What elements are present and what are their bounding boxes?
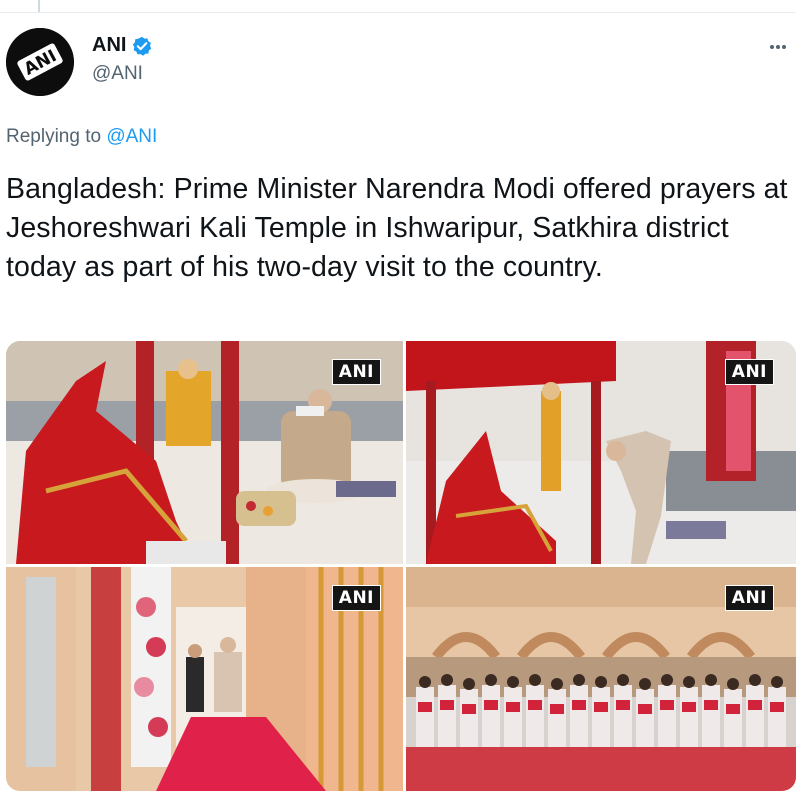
reply-mention-link[interactable]: @ANI (106, 126, 157, 147)
more-options-icon[interactable] (768, 40, 788, 52)
thread-connector-line (38, 0, 40, 12)
photo-bowing[interactable]: ANI (406, 341, 796, 564)
ani-logo: ANI (6, 28, 74, 96)
tweet-text: Bangladesh: Prime Minister Narendra Modi… (6, 173, 788, 283)
photo-seated-prayer[interactable]: ANI (6, 341, 403, 564)
ani-watermark: ANI (724, 585, 774, 611)
verified-badge-icon (132, 36, 152, 56)
author-handle[interactable]: @ANI (92, 63, 152, 85)
avatar[interactable]: ANI (6, 28, 74, 96)
divider (0, 12, 796, 13)
tweet-header: ANI ANI @ANI (6, 28, 790, 100)
replying-to: Replying to @ANI (6, 126, 157, 148)
replying-prefix: Replying to (6, 126, 107, 147)
ani-watermark: ANI (331, 359, 381, 385)
photo-corridor-walk[interactable]: ANI (6, 567, 403, 791)
ani-watermark: ANI (331, 585, 381, 611)
media-grid: ANI ANI ANI ANI (6, 341, 796, 791)
display-name[interactable]: ANI (92, 34, 126, 57)
author-names: ANI @ANI (92, 34, 152, 85)
photo-welcome-group[interactable]: ANI (406, 567, 796, 791)
ani-watermark: ANI (724, 359, 774, 385)
